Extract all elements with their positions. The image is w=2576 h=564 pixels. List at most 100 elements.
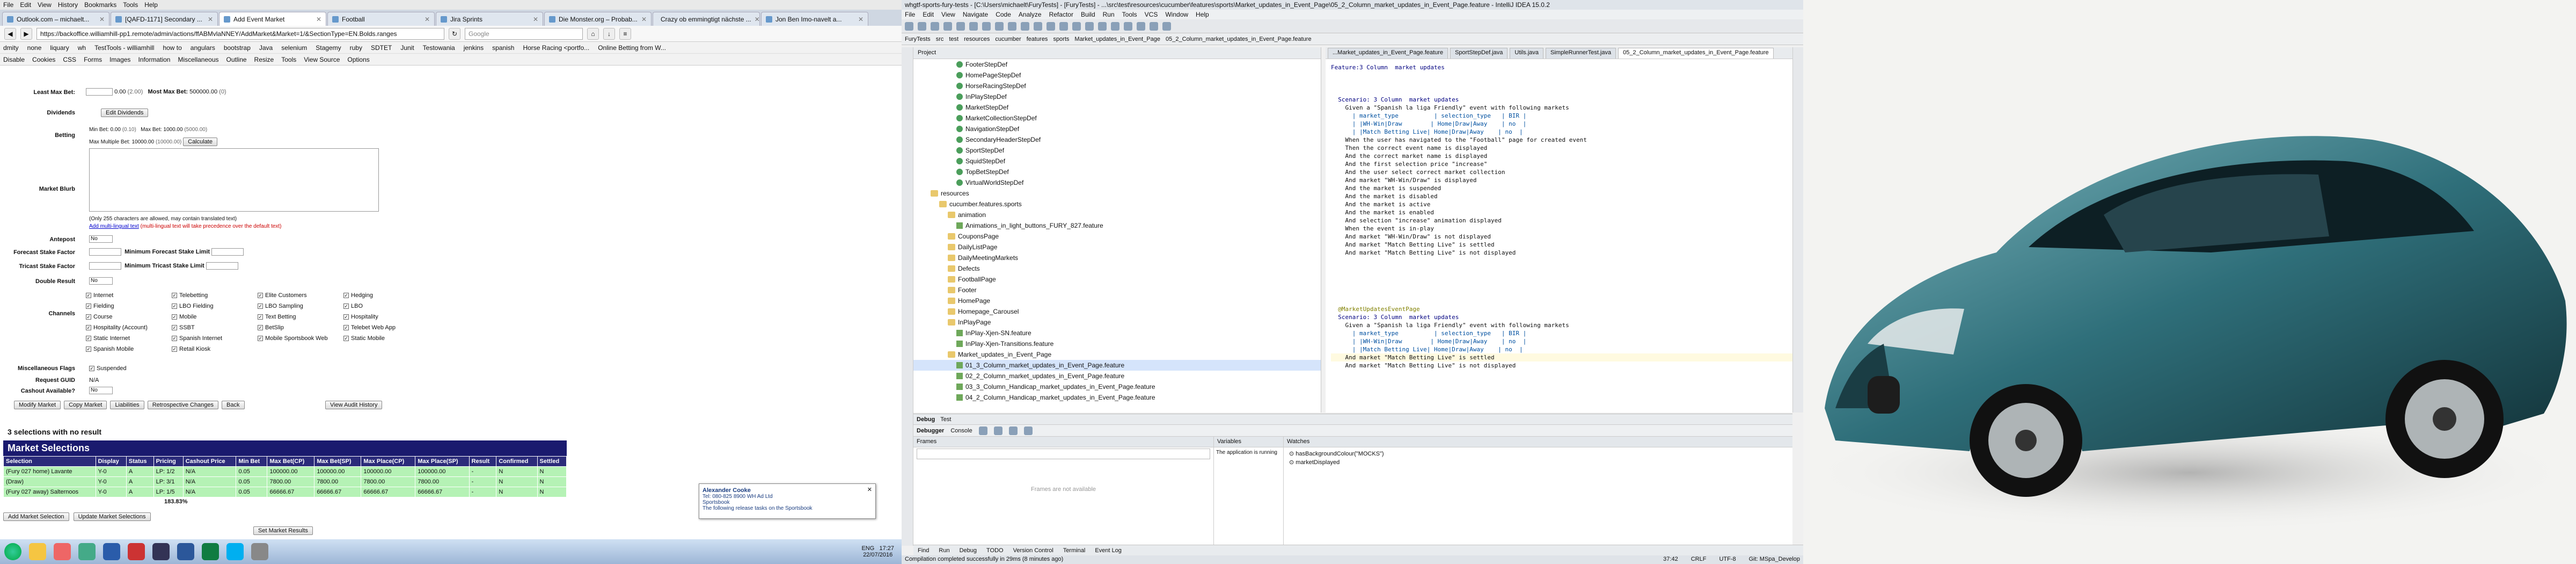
code-line[interactable] [1331, 281, 1792, 289]
intellij-icon[interactable] [152, 543, 170, 560]
channel-checkbox[interactable]: ✓ [258, 314, 263, 320]
left-tool-strip[interactable] [902, 47, 913, 546]
channel-checkbox[interactable]: ✓ [172, 303, 177, 309]
channel-option[interactable]: ✓ LBO Fielding [172, 303, 258, 309]
tree-node[interactable]: InPlayStepDef [913, 91, 1321, 102]
caret-position[interactable]: 37:42 [1663, 556, 1678, 563]
multilingual-link[interactable]: Add multi-lingual text [89, 223, 139, 229]
watch-item[interactable]: ⊙ marketDisplayed [1289, 458, 1787, 467]
tree-node[interactable]: MarketStepDef [913, 102, 1321, 113]
code-line[interactable]: Scenario: 3 Column market updates [1331, 96, 1792, 104]
browser-menu-item[interactable]: View [38, 1, 52, 9]
channel-checkbox[interactable]: ✓ [86, 303, 91, 309]
antepost-select[interactable]: No [89, 235, 113, 243]
tree-node[interactable]: 04_2_Column_Handicap_market_updates_in_E… [913, 392, 1321, 403]
copy-market-button[interactable]: Copy Market [64, 401, 107, 409]
forward-button[interactable]: ▶ [20, 27, 32, 40]
settings-icon[interactable] [1137, 21, 1145, 31]
code-line[interactable]: Given a "Spanish la liga Friendly" event… [1331, 321, 1792, 329]
tool-window-tab[interactable]: Version Control [1013, 547, 1053, 554]
browser-tab[interactable]: Add Event Market ✕ [219, 12, 326, 26]
browser-tab[interactable]: Outlook.com – michaelt... ✕ [2, 12, 109, 26]
watch-item[interactable]: ⊙ hasBackgroundColour("MOCKS") [1289, 450, 1787, 458]
bookmark-item[interactable]: wh [78, 44, 86, 52]
channel-checkbox[interactable]: ✓ [258, 303, 263, 309]
tree-node[interactable]: 03_3_Column_Handicap_market_updates_in_E… [913, 381, 1321, 392]
code-line[interactable] [1331, 289, 1792, 297]
step-out-icon[interactable] [1008, 426, 1018, 435]
liabilities-button[interactable]: Liabilities [110, 401, 144, 409]
bookmark-item[interactable]: jenkins [464, 44, 484, 52]
browser-tab[interactable]: [QAFD-1171] Secondary ... ✕ [111, 12, 218, 26]
outlook-icon[interactable] [103, 543, 120, 560]
tool-window-tab[interactable]: Event Log [1095, 547, 1122, 554]
ide-menu-item[interactable]: Analyze [1019, 11, 1042, 18]
paste-icon[interactable] [995, 21, 1004, 31]
channel-checkbox[interactable]: ✓ [86, 325, 91, 331]
forecast-input[interactable] [89, 248, 121, 256]
code-line[interactable]: And market "WH-Win/Draw" is displayed [1331, 176, 1792, 184]
console-tab[interactable]: Console [950, 428, 972, 434]
tree-node[interactable]: FooterStepDef [913, 59, 1321, 70]
browser-tab[interactable]: Jon Ben Imo-navelt a... ✕ [761, 12, 868, 26]
code-editor[interactable]: ...Market_updates_in_Event_Page.feature S… [1326, 47, 1792, 413]
code-line[interactable] [1331, 297, 1792, 305]
channel-option[interactable]: ✓ Internet [86, 292, 172, 299]
tree-node[interactable]: cucumber.features.sports [913, 199, 1321, 209]
lync-notification[interactable]: Alexander Cooke Tel: 080-825 8900 WH Ad … [699, 483, 876, 519]
edit-dividends-button[interactable]: Edit Dividends [101, 109, 149, 117]
code-line[interactable]: Given a "Spanish la liga Friendly" event… [1331, 104, 1792, 112]
cashout-select[interactable]: No [89, 387, 113, 394]
bookmark-item[interactable]: ruby [350, 44, 362, 52]
code-line[interactable]: @MarketUpdatesEventPage [1331, 305, 1792, 313]
channel-option[interactable]: ✓ BetSlip [258, 324, 343, 331]
channel-checkbox[interactable]: ✓ [86, 336, 91, 342]
webdev-menu-item[interactable]: Disable [3, 56, 25, 63]
browser-menu-item[interactable]: Edit [20, 1, 31, 9]
channel-checkbox[interactable]: ✓ [86, 346, 91, 352]
close-tab-icon[interactable]: ✕ [755, 16, 759, 23]
search-input[interactable]: Google [465, 27, 583, 40]
channel-option[interactable]: ✓ Elite Customers [258, 292, 343, 299]
word-icon[interactable] [177, 543, 194, 560]
bookmark-item[interactable]: bootstrap [224, 44, 251, 52]
breadcrumb-item[interactable]: 05_2_Column_market_updates_in_Event_Page… [1166, 36, 1312, 42]
add-market-selection-button[interactable]: Add Market Selection [3, 512, 69, 521]
retrospective-changes-button[interactable]: Retrospective Changes [147, 401, 219, 409]
suspended-checkbox[interactable]: ✓ [89, 366, 94, 372]
code-line[interactable]: | |WH-Win|Draw | Home|Draw|Away | no | [1331, 337, 1792, 345]
reload-icon[interactable]: ↻ [449, 27, 460, 40]
table-cell[interactable]: (Fury 027 home) Lavante [3, 466, 96, 477]
channel-checkbox[interactable]: ✓ [172, 314, 177, 320]
code-line[interactable]: And the first selection price "increase" [1331, 160, 1792, 168]
breadcrumb-item[interactable]: src [936, 36, 944, 42]
browser-menu-item[interactable]: Bookmarks [84, 1, 116, 9]
tree-node[interactable]: Animations_in_light_buttons_FURY_827.fea… [913, 220, 1321, 231]
tree-node[interactable]: NavigationStepDef [913, 124, 1321, 134]
webdev-menu-item[interactable]: Information [138, 56, 170, 63]
run-icon[interactable] [1072, 21, 1081, 31]
editor-tab[interactable]: ...Market_updates_in_Event_Page.feature [1328, 48, 1448, 59]
bookmark-item[interactable]: Junit [400, 44, 414, 52]
chrome-icon[interactable] [78, 543, 96, 560]
modify-market-button[interactable]: Modify Market [14, 401, 61, 409]
channel-option[interactable]: ✓ Text Betting [258, 314, 343, 320]
tree-node[interactable]: VirtualWorldStepDef [913, 177, 1321, 188]
code-line[interactable]: And market "Match Betting Live" is settl… [1331, 353, 1792, 361]
back-icon[interactable] [1034, 21, 1042, 31]
code-line[interactable]: And market "Match Betting Live" is settl… [1331, 241, 1792, 249]
help-icon[interactable] [1162, 21, 1171, 31]
ide-menu-item[interactable]: VCS [1145, 11, 1158, 18]
editor-tab[interactable]: SportStepDef.java [1450, 48, 1508, 59]
close-tab-icon[interactable]: ✕ [641, 16, 647, 23]
channel-checkbox[interactable]: ✓ [172, 336, 177, 342]
channel-option[interactable]: ✓ Static Mobile [343, 335, 429, 342]
bookmark-item[interactable]: angulars [191, 44, 215, 52]
tree-node[interactable]: HomePage [913, 295, 1321, 306]
bookmark-item[interactable]: none [27, 44, 42, 52]
tree-node[interactable]: Homepage_Carousel [913, 306, 1321, 317]
code-line[interactable]: | market_type | selection_type | BIR | [1331, 329, 1792, 337]
sync-icon[interactable] [931, 21, 939, 31]
bookmark-item[interactable]: Stagemy [316, 44, 341, 52]
code-line[interactable] [1331, 88, 1792, 96]
